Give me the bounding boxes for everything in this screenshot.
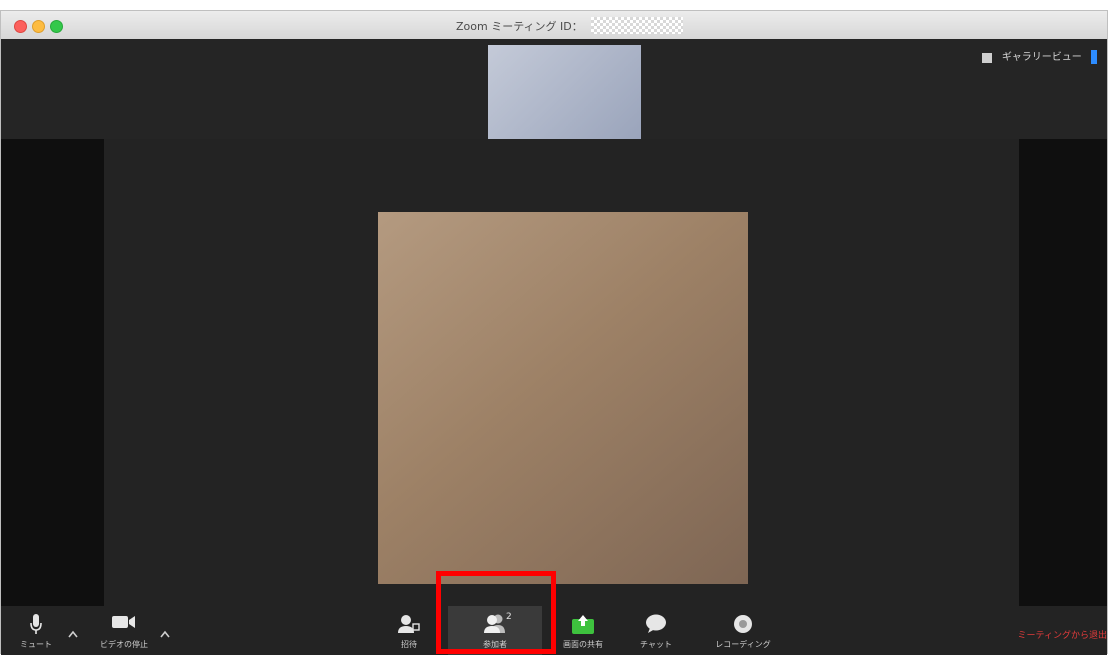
video-camera-icon: [112, 614, 136, 634]
active-speaker-video[interactable]: [378, 212, 748, 584]
stage-right-pillar: [1019, 139, 1107, 606]
microphone-icon: [30, 614, 42, 640]
stop-video-button[interactable]: ビデオの停止: [91, 606, 157, 655]
invite-user-icon: [398, 614, 420, 638]
mute-label: ミュート: [20, 640, 52, 649]
invite-button[interactable]: 招待: [387, 606, 431, 655]
video-stage: [1, 139, 1107, 606]
participants-button[interactable]: 2 参加者: [448, 606, 542, 655]
share-screen-label: 画面の共有: [563, 640, 603, 649]
maximize-window-button[interactable]: [50, 20, 63, 33]
invite-label: 招待: [401, 640, 417, 649]
chat-label: チャット: [640, 640, 672, 649]
meeting-id-redacted: [591, 17, 683, 34]
mute-button[interactable]: ミュート: [9, 606, 63, 655]
title-bar: Zoom ミーティング ID：: [1, 11, 1107, 40]
chat-bubble-icon: [645, 614, 667, 638]
record-button[interactable]: レコーディング: [697, 606, 789, 655]
gallery-accent-edge: [1091, 50, 1097, 64]
audio-options-chevron-icon[interactable]: [67, 624, 79, 638]
share-screen-button[interactable]: 画面の共有: [553, 606, 613, 655]
record-label: レコーディング: [715, 640, 771, 649]
chat-button[interactable]: チャット: [631, 606, 681, 655]
gallery-view-button[interactable]: ギャラリービュー: [981, 49, 1097, 67]
window-title: Zoom ミーティング ID：: [456, 20, 583, 33]
leave-meeting-button[interactable]: ミーティングから退出: [1018, 628, 1107, 641]
thumbnail-strip: ギャラリービュー: [1, 39, 1107, 139]
gallery-grid-icon: [981, 53, 992, 63]
participants-icon: [482, 614, 508, 638]
gallery-view-label: ギャラリービュー: [1001, 52, 1082, 63]
share-screen-icon: [572, 614, 594, 638]
close-window-button[interactable]: [14, 20, 27, 33]
stage-left-pillar: [1, 139, 104, 606]
meeting-toolbar: ミュート ビデオの停止 招待 2 参加者 画面の共有 チャット レコーディング …: [1, 606, 1107, 655]
participant-thumbnail[interactable]: [488, 45, 641, 139]
video-options-chevron-icon[interactable]: [159, 624, 171, 638]
participants-count-badge: 2: [506, 612, 512, 622]
zoom-meeting-window: Zoom ミーティング ID： ギャラリービュー ミュート ビデオの停止 招待 …: [0, 10, 1108, 655]
record-icon: [733, 614, 753, 638]
participants-label: 参加者: [483, 640, 507, 649]
minimize-window-button[interactable]: [32, 20, 45, 33]
stop-video-label: ビデオの停止: [100, 640, 148, 649]
